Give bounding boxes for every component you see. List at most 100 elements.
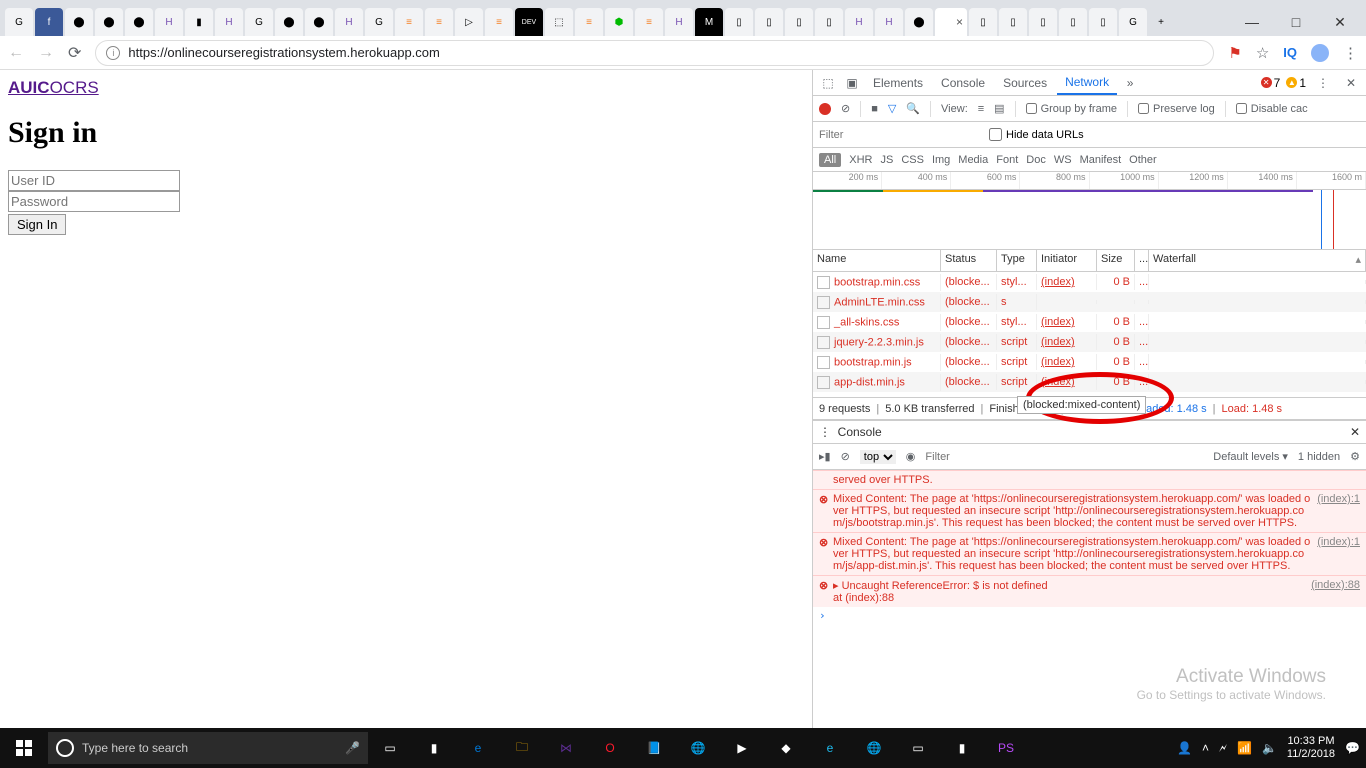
extension-icon[interactable]: ⚑ <box>1228 44 1241 62</box>
browser-tab[interactable]: ▯ <box>1089 8 1117 36</box>
group-by-frame-checkbox[interactable]: Group by frame <box>1026 103 1117 115</box>
browser-tab[interactable]: G <box>1119 8 1147 36</box>
opera-icon[interactable]: O <box>588 728 632 768</box>
devtools-close-icon[interactable]: ✕ <box>1340 76 1362 90</box>
browser-tab[interactable]: ≡ <box>635 8 663 36</box>
taskbar-clock[interactable]: 10:33 PM11/2/2018 <box>1287 735 1335 761</box>
browser-tab[interactable]: ≡ <box>485 8 513 36</box>
tray-chevron-icon[interactable]: ˄ <box>1202 741 1209 755</box>
browser-tab[interactable]: ▷ <box>455 8 483 36</box>
filter-manifest[interactable]: Manifest <box>1080 154 1122 166</box>
source-link[interactable]: (index):88 <box>1311 579 1360 604</box>
forward-button[interactable]: → <box>38 44 54 62</box>
network-timeline-graph[interactable] <box>813 190 1366 250</box>
back-button[interactable]: ← <box>8 44 24 62</box>
filter-css[interactable]: CSS <box>901 154 924 166</box>
search-icon[interactable]: 🔍 <box>906 102 920 115</box>
tab-network[interactable]: Network <box>1057 71 1117 95</box>
browser-tab[interactable]: ▯ <box>1059 8 1087 36</box>
signin-button[interactable]: Sign In <box>8 214 66 235</box>
reload-button[interactable]: ⟳ <box>68 43 81 63</box>
tab-elements[interactable]: Elements <box>865 72 931 94</box>
browser-tab[interactable]: ≡ <box>425 8 453 36</box>
warning-count-badge[interactable]: ▲1 <box>1286 76 1306 90</box>
new-tab-button[interactable]: + <box>1149 8 1173 36</box>
url-input[interactable]: i https://onlinecourseregistrationsystem… <box>95 40 1214 66</box>
browser-tab[interactable]: f <box>35 8 63 36</box>
browser-tab[interactable]: H <box>875 8 903 36</box>
device-toggle-icon[interactable]: ▣ <box>841 76 863 90</box>
window-maximize-button[interactable]: □ <box>1274 8 1318 36</box>
battery-icon[interactable]: 🗲 <box>1219 741 1227 756</box>
browser-tab[interactable]: ▮ <box>185 8 213 36</box>
browser-tab[interactable]: ▯ <box>999 8 1027 36</box>
network-request-row[interactable]: jquery-2.2.3.min.js(blocke...script(inde… <box>813 332 1366 352</box>
notifications-icon[interactable]: 💬 <box>1345 741 1360 755</box>
col-size[interactable]: Size <box>1097 250 1135 271</box>
tab-sources[interactable]: Sources <box>995 72 1055 94</box>
app-icon[interactable]: ▮ <box>412 728 456 768</box>
filter-xhr[interactable]: XHR <box>849 154 872 166</box>
preserve-log-checkbox[interactable]: Preserve log <box>1138 103 1215 115</box>
chrome-icon[interactable]: 🌐 <box>676 728 720 768</box>
filter-icon[interactable]: ▽ <box>888 102 896 115</box>
window-minimize-button[interactable]: — <box>1230 8 1274 36</box>
browser-tab[interactable]: ⬤ <box>905 8 933 36</box>
filter-other[interactable]: Other <box>1129 154 1157 166</box>
browser-tab[interactable]: ⬤ <box>305 8 333 36</box>
filter-js[interactable]: JS <box>880 154 893 166</box>
explorer-icon[interactable]: 🗀 <box>500 728 544 768</box>
console-clear-icon[interactable]: ⊘ <box>841 450 850 463</box>
menu-icon[interactable]: ⋮ <box>1343 44 1358 62</box>
tab-console[interactable]: Console <box>933 72 993 94</box>
filter-img[interactable]: Img <box>932 154 950 166</box>
hide-data-urls-checkbox[interactable]: Hide data URLs <box>989 128 1084 141</box>
network-request-row[interactable]: _all-skins.css(blocke...styl...(index)0 … <box>813 312 1366 332</box>
extension-iq-icon[interactable]: IQ <box>1283 45 1297 60</box>
profile-icon[interactable] <box>1311 44 1329 62</box>
userid-input[interactable] <box>8 170 180 191</box>
col-waterfall[interactable]: Waterfall▴ <box>1149 250 1366 271</box>
error-count-badge[interactable]: ✕7 <box>1261 76 1281 90</box>
window-close-button[interactable]: ✕ <box>1318 8 1362 36</box>
inspect-icon[interactable]: ⬚ <box>817 76 839 90</box>
console-live-icon[interactable]: ◉ <box>906 450 916 463</box>
view-small-icon[interactable]: ▤ <box>994 102 1004 115</box>
browser-tab[interactable]: ▯ <box>785 8 813 36</box>
devtools-menu-icon[interactable]: ⋮ <box>1312 76 1334 90</box>
console-close-icon[interactable]: ✕ <box>1350 425 1360 439</box>
console-sidebar-icon[interactable]: ▸▮ <box>819 450 831 463</box>
people-icon[interactable]: 👤 <box>1177 741 1192 755</box>
bookmark-icon[interactable]: ☆ <box>1256 44 1269 62</box>
console-prompt[interactable]: › <box>813 607 1366 624</box>
filter-font[interactable]: Font <box>996 154 1018 166</box>
console-error[interactable]: ⊗ Mixed Content: The page at 'https://on… <box>813 489 1366 532</box>
browser-tab[interactable]: ⬤ <box>65 8 93 36</box>
tab-close-icon[interactable]: × <box>956 15 963 29</box>
browser-tab[interactable]: ▯ <box>1029 8 1057 36</box>
record-button[interactable] <box>819 103 831 115</box>
app-icon[interactable]: ▶ <box>720 728 764 768</box>
site-logo-link[interactable]: AUICOCRS <box>8 78 99 97</box>
browser-tab[interactable]: ▯ <box>969 8 997 36</box>
network-request-row[interactable]: bootstrap.min.js(blocke...script(index)0… <box>813 352 1366 372</box>
app-icon[interactable]: 📘 <box>632 728 676 768</box>
browser-tab[interactable]: ▯ <box>815 8 843 36</box>
wifi-icon[interactable]: 📶 <box>1237 741 1252 755</box>
filter-media[interactable]: Media <box>958 154 988 166</box>
ie-icon[interactable]: e <box>808 728 852 768</box>
browser-tab[interactable]: ▯ <box>755 8 783 36</box>
browser-tab[interactable]: G <box>365 8 393 36</box>
browser-tab[interactable]: H <box>155 8 183 36</box>
task-view-icon[interactable]: ▭ <box>368 728 412 768</box>
browser-tab[interactable]: H <box>335 8 363 36</box>
browser-tab[interactable]: H <box>215 8 243 36</box>
capture-screenshot-icon[interactable]: ■ <box>871 103 878 115</box>
browser-tab[interactable]: ▯ <box>725 8 753 36</box>
browser-tab[interactable]: G <box>245 8 273 36</box>
console-menu-icon[interactable]: ⋮ <box>819 425 831 439</box>
browser-tab[interactable]: ⬤ <box>125 8 153 36</box>
browser-tab-active[interactable]: × <box>935 8 967 36</box>
browser-tab[interactable]: ⬤ <box>275 8 303 36</box>
browser-tab[interactable]: ⬢ <box>605 8 633 36</box>
